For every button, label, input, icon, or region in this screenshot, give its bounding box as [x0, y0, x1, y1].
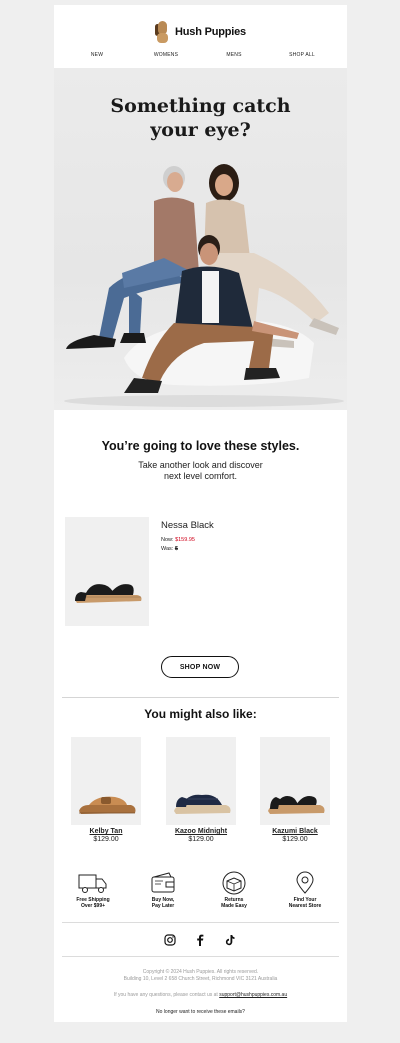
brand-logo[interactable]: Hush Puppies	[54, 19, 347, 45]
truck-icon	[78, 874, 107, 893]
brand-name: Hush Puppies	[175, 26, 246, 38]
usp-label: Returns Made Easy	[221, 897, 247, 909]
footer-legal: Copyright © 2024 Hush Puppies. All right…	[123, 969, 278, 982]
divider	[62, 922, 339, 923]
instagram-icon[interactable]	[163, 933, 177, 947]
main-nav: NEW WOMENS MENS SHOP ALL	[54, 52, 347, 62]
divider	[62, 956, 339, 957]
location-pin-icon	[296, 871, 314, 894]
email-card: Hush Puppies NEW WOMENS MENS SHOP ALL So…	[54, 5, 347, 1022]
recommendation-card-kazumi-black[interactable]: Kazumi Black $129.00	[260, 737, 330, 843]
usp-free-shipping[interactable]: Free Shipping Over $99+	[62, 871, 124, 909]
facebook-icon[interactable]	[193, 933, 207, 947]
recommendation-card-kazoo-midnight[interactable]: Kazoo Midnight $129.00	[166, 737, 236, 843]
product-name[interactable]: Kazumi Black	[260, 828, 330, 835]
unsubscribe-link[interactable]: No longer want to receive these emails?	[54, 1009, 347, 1015]
product-was-price: Was: $	[161, 546, 178, 552]
product-now-price: Now: $159.95	[161, 537, 195, 543]
intro-subtext: Take another look and discover next leve…	[138, 460, 263, 481]
divider	[62, 697, 339, 698]
product-image-nessa-black[interactable]	[65, 517, 149, 626]
usp-label: Find Your Nearest Store	[288, 897, 322, 909]
usp-buy-now-pay-later[interactable]: Buy Now, Pay Later	[132, 871, 194, 909]
hero-headline: Something catch your eye?	[110, 95, 291, 141]
nav-item-womens[interactable]: WOMENS	[154, 52, 178, 58]
recommendations-heading: You might also like:	[144, 707, 257, 721]
wallet-icon	[151, 872, 175, 893]
hero-photo-models	[64, 164, 344, 407]
returns-box-icon	[222, 871, 246, 895]
basset-hound-logo-icon	[155, 21, 169, 43]
usp-label: Buy Now, Pay Later	[151, 897, 175, 909]
section-heading: You’re going to love these styles.	[101, 439, 300, 453]
product-name[interactable]: Kazoo Midnight	[166, 828, 236, 835]
nav-item-mens[interactable]: MENS	[226, 52, 241, 58]
support-email-link[interactable]: support@hushpuppies.com.au	[219, 992, 287, 998]
nav-item-shop-all[interactable]: SHOP ALL	[289, 52, 315, 58]
product-price: $129.00	[282, 836, 308, 843]
usp-store-locator[interactable]: Find Your Nearest Store	[274, 871, 336, 909]
product-name[interactable]: Kelby Tan	[71, 828, 141, 835]
usp-returns[interactable]: Returns Made Easy	[203, 871, 265, 909]
product-name[interactable]: Nessa Black	[161, 520, 214, 531]
hero-banner[interactable]: Something catch your eye?	[54, 68, 347, 410]
product-price: $129.00	[188, 836, 214, 843]
product-price: $129.00	[93, 836, 119, 843]
product-image-kelby-tan[interactable]	[71, 737, 141, 825]
tiktok-icon[interactable]	[223, 933, 237, 947]
usp-label: Free Shipping Over $99+	[76, 897, 110, 909]
nav-item-new[interactable]: NEW	[91, 52, 103, 58]
footer-contact: If you have any questions, please contac…	[113, 992, 288, 998]
product-image-kazumi-black[interactable]	[260, 737, 330, 825]
recommendation-card-kelby-tan[interactable]: Kelby Tan $129.00	[71, 737, 141, 843]
product-image-kazoo-midnight[interactable]	[166, 737, 236, 825]
shop-now-button[interactable]: SHOP NOW	[161, 656, 239, 678]
